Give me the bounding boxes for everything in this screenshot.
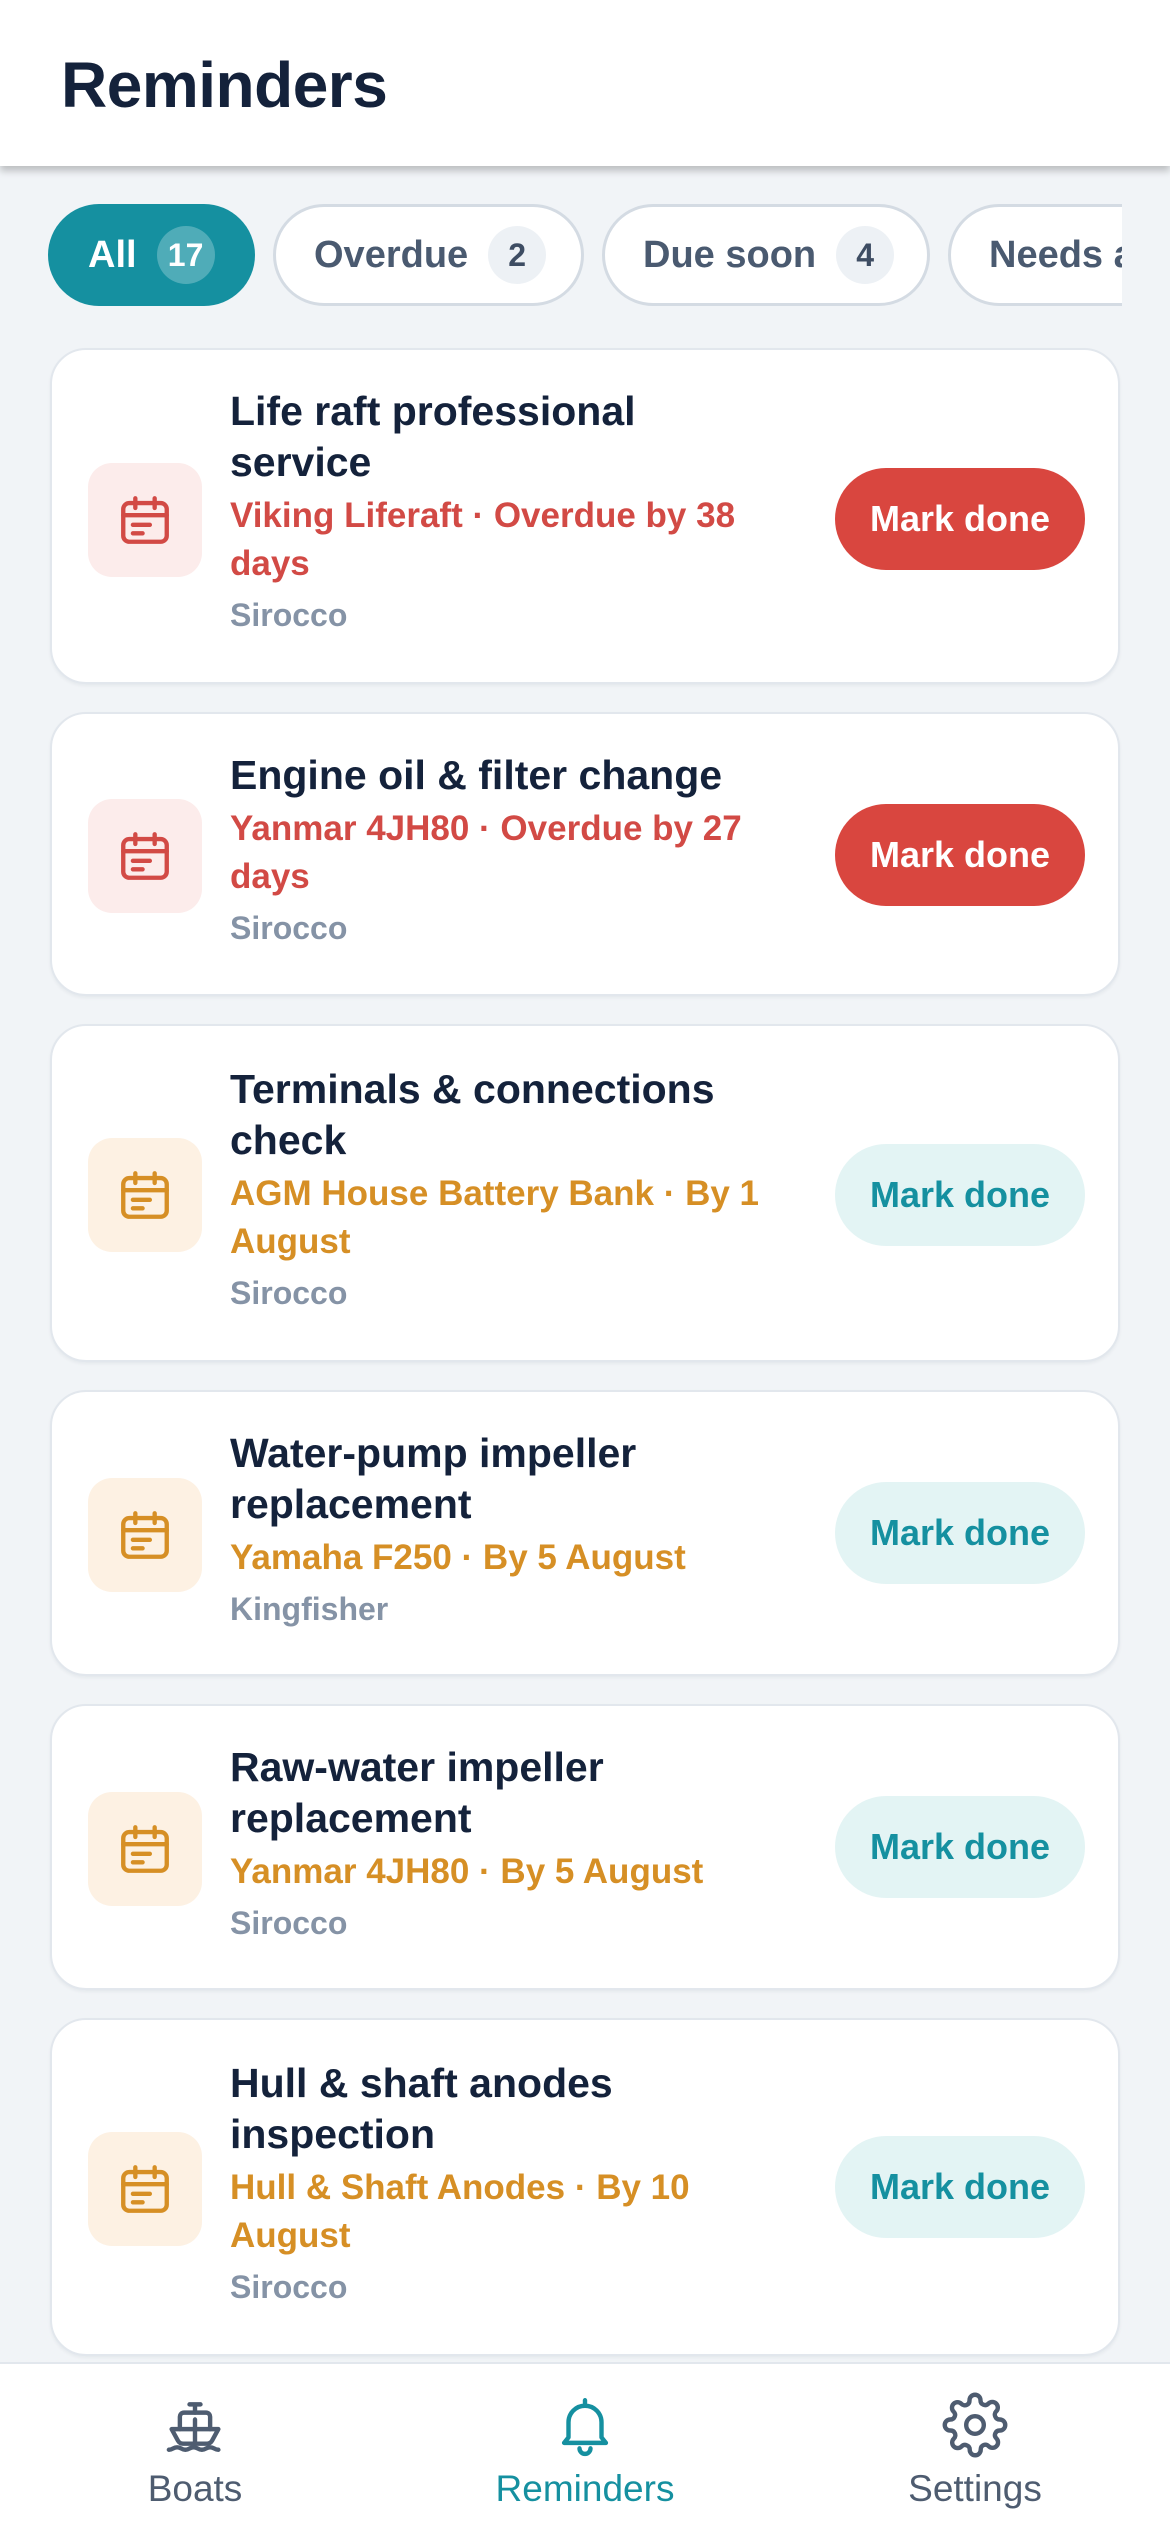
reminder-text: Terminals & connections check AGM House B… (230, 1064, 840, 1314)
gear-icon (942, 2392, 1008, 2458)
filter-count-badge: 2 (488, 226, 547, 284)
reminder-text: Raw-water impeller replacement Yanmar 4JH… (230, 1742, 840, 1944)
reminder-boat: Sirocco (230, 1275, 348, 1311)
reminder-boat: Sirocco (230, 1905, 348, 1941)
reminder-text: Life raft professional service Viking Lif… (230, 386, 840, 636)
reminder-icon-box (88, 1478, 202, 1592)
reminder-icon-box (88, 799, 202, 913)
reminders-screen: Reminders All 17 Overdue 2 Due soon 4 Ne… (0, 0, 1170, 2532)
filter-chip-needs-attention[interactable]: Needs attention (948, 204, 1122, 306)
reminder-detail: Viking Liferaft · Overdue by 38 days (230, 496, 736, 583)
reminder-icon-box (88, 2132, 202, 2246)
reminder-title: Water-pump impeller replacement (230, 1430, 637, 1527)
reminder-card[interactable]: Raw-water impeller replacement Yanmar 4JH… (50, 1704, 1120, 1990)
reminder-boat: Sirocco (230, 2269, 348, 2305)
reminder-card[interactable]: Life raft professional service Viking Lif… (50, 348, 1120, 684)
mark-done-button[interactable]: Mark done (835, 2136, 1085, 2238)
reminder-boat: Sirocco (230, 597, 348, 633)
reminder-boat: Sirocco (230, 910, 348, 946)
reminder-icon-box (88, 1792, 202, 1906)
reminder-title: Terminals & connections check (230, 1066, 715, 1163)
reminder-title: Life raft professional service (230, 388, 636, 485)
filter-chips: All 17 Overdue 2 Due soon 4 Needs attent… (0, 204, 1122, 306)
reminder-card[interactable]: Hull & shaft anodes inspection Hull & Sha… (50, 2018, 1120, 2356)
reminder-detail: Yamaha F250 · By 5 August (230, 1538, 686, 1577)
reminder-text: Water-pump impeller replacement Yamaha F2… (230, 1428, 840, 1630)
filter-chip-due-soon[interactable]: Due soon 4 (602, 204, 930, 306)
page-title: Reminders (61, 49, 388, 121)
filter-chip-overdue[interactable]: Overdue 2 (273, 204, 584, 306)
calendar-icon (121, 1171, 169, 1219)
nav-label: Boats (147, 2468, 243, 2509)
reminder-detail: AGM House Battery Bank · By 1 August (230, 1174, 760, 1261)
reminder-detail: Yanmar 4JH80 · Overdue by 27 days (230, 809, 742, 896)
app-header: Reminders (0, 0, 1170, 166)
filter-chip-all[interactable]: All 17 (48, 204, 255, 306)
nav-label: Settings (908, 2468, 1042, 2509)
mark-done-button[interactable]: Mark done (835, 468, 1085, 570)
boat-icon (166, 2402, 221, 2452)
reminder-title: Engine oil & filter change (230, 752, 723, 798)
mark-done-button[interactable]: Mark done (835, 1144, 1085, 1246)
calendar-icon (121, 832, 169, 880)
mark-done-button[interactable]: Mark done (835, 804, 1085, 906)
reminder-boat: Kingfisher (230, 1591, 389, 1627)
calendar-icon (121, 2165, 169, 2213)
mark-done-button[interactable]: Mark done (835, 1796, 1085, 1898)
nav-item-settings[interactable]: Settings (825, 2364, 1125, 2532)
mark-done-button[interactable]: Mark done (835, 1482, 1085, 1584)
reminder-card[interactable]: Water-pump impeller replacement Yamaha F2… (50, 1390, 1120, 1676)
reminder-text: Engine oil & filter change Yanmar 4JH80 … (230, 750, 840, 949)
bell-icon (561, 2398, 609, 2456)
calendar-icon (121, 1825, 169, 1873)
reminder-detail: Hull & Shaft Anodes · By 10 August (230, 2168, 690, 2255)
reminder-card[interactable]: Engine oil & filter change Yanmar 4JH80 … (50, 712, 1120, 996)
filter-count-badge: 4 (836, 226, 895, 284)
reminder-icon-box (88, 1138, 202, 1252)
reminder-title: Raw-water impeller replacement (230, 1744, 604, 1841)
nav-item-boats[interactable]: Boats (45, 2364, 345, 2532)
reminder-icon-box (88, 463, 202, 577)
filter-chip-label: Needs attention (989, 233, 1122, 276)
filter-chip-label: Due soon (643, 233, 817, 276)
filter-chip-label: All (88, 233, 137, 276)
calendar-icon (121, 496, 169, 544)
reminder-detail: Yanmar 4JH80 · By 5 August (230, 1852, 704, 1891)
nav-item-reminders[interactable]: Reminders (435, 2364, 735, 2532)
nav-label: Reminders (495, 2468, 675, 2509)
bottom-nav: Boats Reminders Settings (0, 2362, 1170, 2532)
reminder-card[interactable]: Terminals & connections check AGM House B… (50, 1024, 1120, 1362)
reminder-title: Hull & shaft anodes inspection (230, 2060, 613, 2157)
filter-count-badge: 17 (156, 226, 215, 284)
reminder-text: Hull & shaft anodes inspection Hull & Sha… (230, 2058, 840, 2308)
calendar-icon (121, 1511, 169, 1559)
filter-chip-label: Overdue (314, 233, 469, 276)
